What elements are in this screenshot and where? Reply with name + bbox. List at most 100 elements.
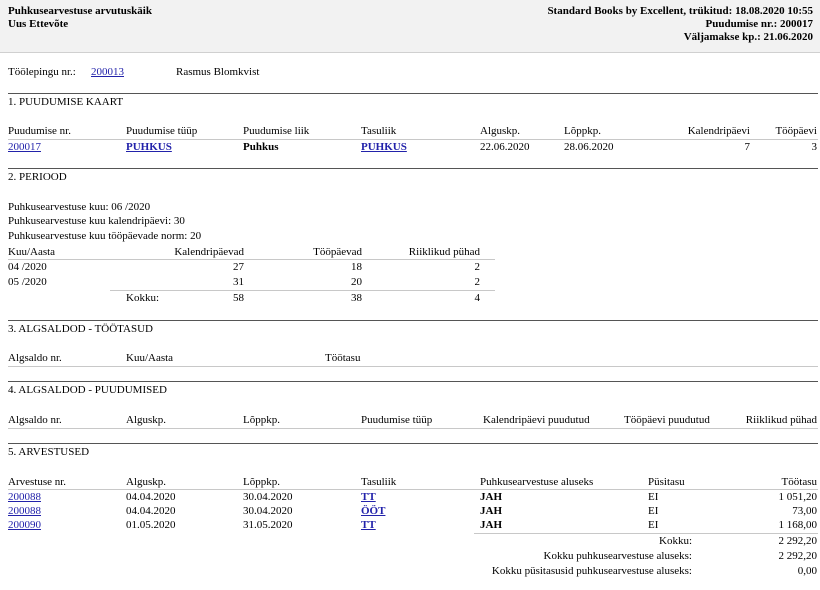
pay-type-link[interactable]: TT <box>361 519 376 532</box>
col-header: Kalendripäevad <box>174 246 244 258</box>
col-header: Puudumise tüüp <box>361 414 433 426</box>
total-public-holidays: 4 <box>474 292 481 304</box>
total-fixed-pay-label: Kokku püsitasusid puhkusearvestuse aluse… <box>491 565 692 577</box>
col-header: Kalendripäevi puudutud <box>483 414 590 426</box>
fixed-pay: EI <box>648 505 659 517</box>
col-header: Lõppkp. <box>243 414 280 426</box>
period-workday-norm: Puhkusearvestuse kuu tööpäevade norm: 20 <box>8 230 202 242</box>
col-header: Tasuliik <box>361 125 397 137</box>
table-rule <box>8 489 818 490</box>
total-calendar-days: 58 <box>233 292 244 304</box>
total-fixed-pay-amount: 0,00 <box>797 565 817 577</box>
section-5-title: 5. ARVESTUSED <box>8 446 90 458</box>
end-date: 30.04.2020 <box>243 491 293 503</box>
absence-number-link[interactable]: 200017 <box>8 141 41 154</box>
public-holidays: 2 <box>474 276 481 288</box>
vacation-basis: JAH <box>480 519 502 531</box>
col-header: Tööpäevi puudutud <box>624 414 710 426</box>
absence-number: Puudumise nr.: 200017 <box>705 18 813 30</box>
public-holidays: 2 <box>474 261 481 273</box>
col-header: Kalendripäevi <box>687 125 750 137</box>
section-divider <box>8 93 818 94</box>
period-calendar-days: Puhkusearvestuse kuu kalendripäevi: 30 <box>8 215 185 227</box>
col-header: Lõppkp. <box>564 125 601 137</box>
work-days: 3 <box>811 141 818 153</box>
col-header: Alguskp. <box>480 125 521 137</box>
table-rule <box>8 428 818 429</box>
col-header: Riiklikud pühad <box>745 414 817 426</box>
col-header: Püsitasu <box>648 476 685 488</box>
printed-info: Standard Books by Excellent, trükitud: 1… <box>547 5 813 17</box>
col-header: Puudumise liik <box>243 125 310 137</box>
table-rule <box>110 290 495 291</box>
header-right: Standard Books by Excellent, trükitud: 1… <box>547 5 813 44</box>
col-header: Puudumise nr. <box>8 125 71 137</box>
col-header: Puhkusearvestuse aluseks <box>480 476 594 488</box>
section-divider <box>8 168 818 169</box>
start-date: 04.04.2020 <box>126 505 176 517</box>
table-rule <box>8 366 818 367</box>
calculation-number-link[interactable]: 200090 <box>8 519 41 532</box>
company-name: Uus Ettevõte <box>8 18 69 30</box>
col-header: Kuu/Aasta <box>8 246 56 258</box>
col-header: Alguskp. <box>126 414 167 426</box>
salary-amount: 1 051,20 <box>778 491 818 503</box>
absence-kind: Puhkus <box>243 141 279 153</box>
fixed-pay: EI <box>648 491 659 503</box>
total-label: Kokku: <box>126 292 159 304</box>
total-vacation-basis-label: Kokku puhkusearvestuse aluseks: <box>543 550 692 562</box>
pay-type-link[interactable]: ÖÖT <box>361 505 385 518</box>
col-header: Puudumise tüüp <box>126 125 198 137</box>
report-header: Puhkusearvestuse arvutuskäik Uus Ettevõt… <box>0 0 820 53</box>
calendar-days: 31 <box>233 276 244 288</box>
total-work-days: 38 <box>351 292 362 304</box>
salary-amount: 1 168,00 <box>778 519 818 531</box>
col-header: Töötasu <box>781 476 817 488</box>
section-divider <box>8 381 818 382</box>
header-left: Puhkusearvestuse arvutuskäik Uus Ettevõt… <box>8 5 152 31</box>
col-header: Arvestuse nr. <box>8 476 67 488</box>
table-rule <box>474 533 818 534</box>
col-header: Tasuliik <box>361 476 397 488</box>
calendar-days: 7 <box>744 141 751 153</box>
calendar-days: 27 <box>233 261 244 273</box>
section-divider <box>8 443 818 444</box>
report-title: Puhkusearvestuse arvutuskäik <box>8 5 152 17</box>
table-rule <box>8 139 818 140</box>
work-days: 20 <box>351 276 362 288</box>
end-date: 31.05.2020 <box>243 519 293 531</box>
fixed-pay: EI <box>648 519 659 531</box>
col-header: Kuu/Aasta <box>126 352 174 364</box>
pay-type-link[interactable]: TT <box>361 491 376 504</box>
calculation-number-link[interactable]: 200088 <box>8 505 41 518</box>
vacation-basis: JAH <box>480 505 502 517</box>
col-header: Tööpäevi <box>775 125 817 137</box>
payment-date: Väljamakse kp.: 21.06.2020 <box>683 31 813 43</box>
employee-name: Rasmus Blomkvist <box>176 66 260 78</box>
table-rule <box>8 259 495 260</box>
col-header: Algsaldo nr. <box>8 414 62 426</box>
col-header: Tööpäevad <box>313 246 362 258</box>
absence-type-link[interactable]: PUHKUS <box>126 141 172 154</box>
salary-amount: 73,00 <box>792 505 817 517</box>
section-divider <box>8 320 818 321</box>
start-date: 01.05.2020 <box>126 519 176 531</box>
month-year: 04 /2020 <box>8 261 47 273</box>
col-header: Töötasu <box>325 352 361 364</box>
end-date: 28.06.2020 <box>564 141 614 153</box>
contract-number-link[interactable]: 200013 <box>91 66 124 79</box>
calculation-number-link[interactable]: 200088 <box>8 491 41 504</box>
pay-type-link[interactable]: PUHKUS <box>361 141 407 154</box>
total-vacation-basis-amount: 2 292,20 <box>778 550 818 562</box>
total-amount: 2 292,20 <box>778 535 818 547</box>
section-1-title: 1. PUUDUMISE KAART <box>8 96 124 108</box>
section-4-title: 4. ALGSALDOD - PUUDUMISED <box>8 384 167 396</box>
col-header: Algsaldo nr. <box>8 352 62 364</box>
month-year: 05 /2020 <box>8 276 47 288</box>
start-date: 04.04.2020 <box>126 491 176 503</box>
period-month: Puhkusearvestuse kuu: 06 /2020 <box>8 201 151 213</box>
contract-label: Töölepingu nr.: <box>8 66 76 78</box>
section-3-title: 3. ALGSALDOD - TÖÖTASUD <box>8 323 153 335</box>
start-date: 22.06.2020 <box>480 141 530 153</box>
end-date: 30.04.2020 <box>243 505 293 517</box>
